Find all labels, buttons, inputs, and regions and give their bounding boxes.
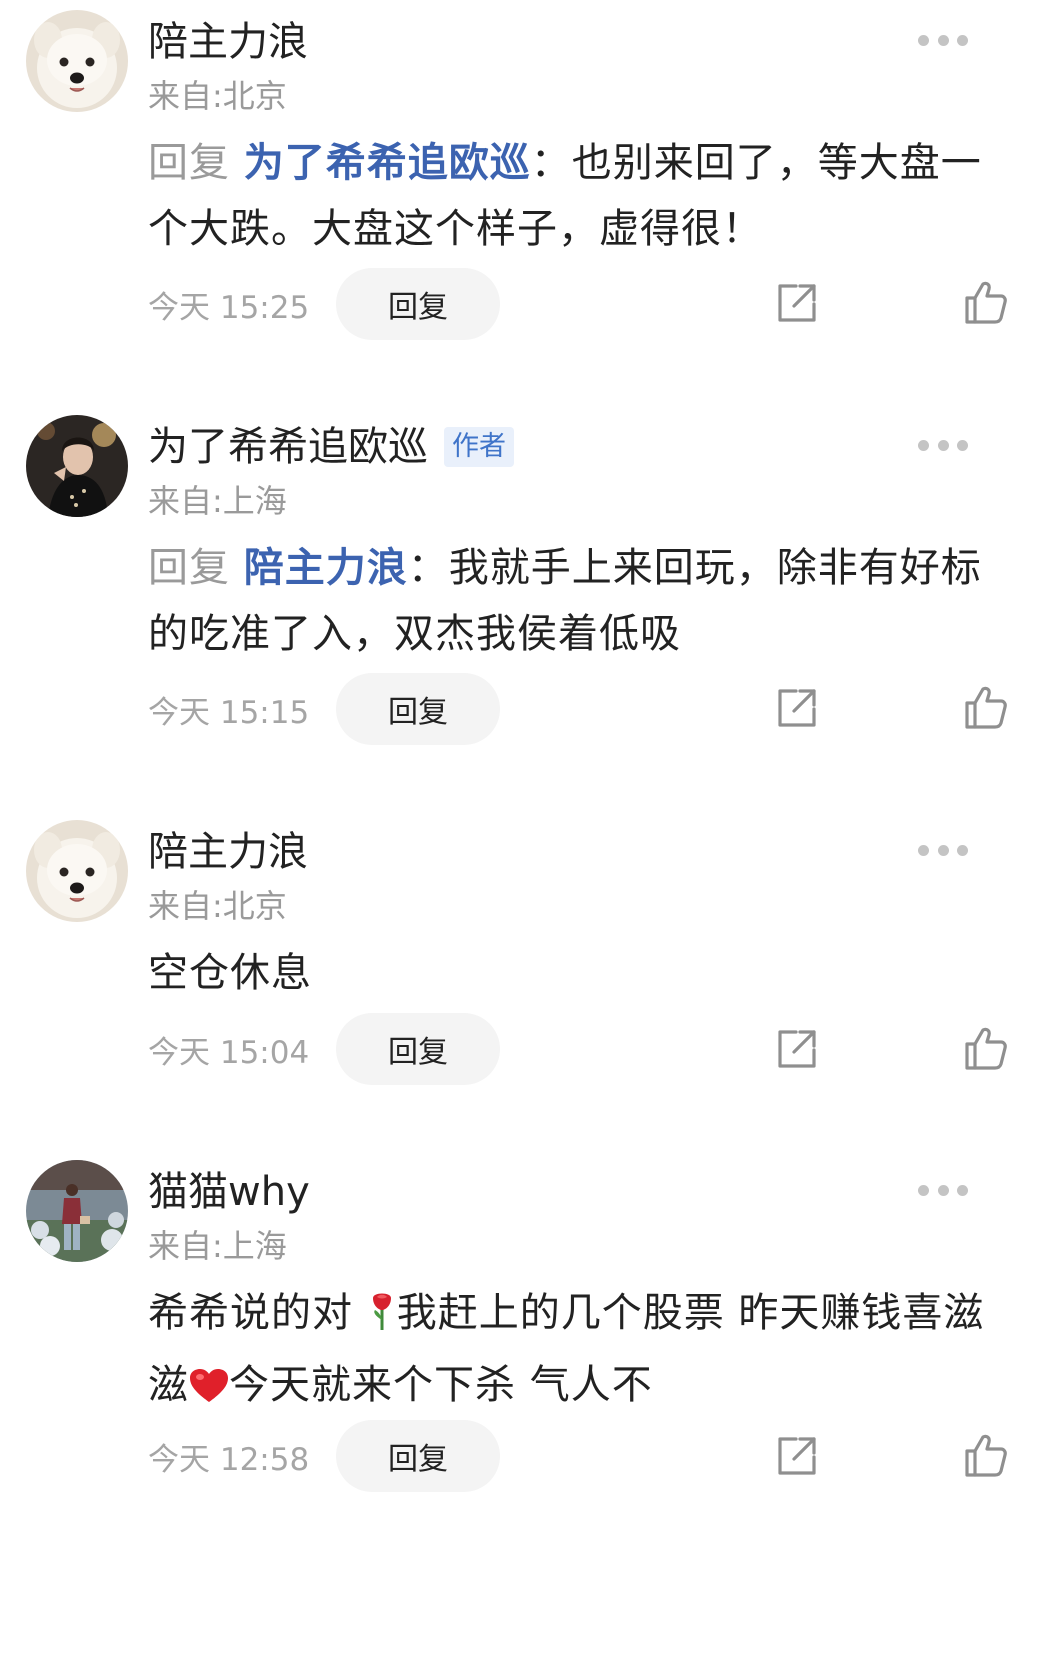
- more-dots-icon[interactable]: [918, 1180, 968, 1200]
- share-icon[interactable]: [774, 1433, 820, 1479]
- location-label: 来自:北京: [148, 887, 287, 925]
- red-heart-emoji: [189, 1358, 229, 1424]
- timestamp: 今天 12:58: [148, 1441, 310, 1478]
- name-row: 陪主力浪: [148, 14, 308, 70]
- mention-link[interactable]: 陪主力浪: [244, 545, 408, 591]
- reply-prefix: 回复: [148, 140, 230, 186]
- comment-meta: 今天 15:15 回复: [148, 673, 500, 745]
- comment-meta: 今天 15:25 回复: [148, 268, 500, 340]
- comment-body-part: 今天就来个下杀 气人不: [229, 1362, 653, 1408]
- username[interactable]: 为了希希追欧巡: [148, 419, 428, 475]
- more-dots-icon[interactable]: [918, 435, 968, 455]
- share-icon[interactable]: [774, 1026, 820, 1072]
- thumbs-up-icon[interactable]: [961, 1431, 1009, 1479]
- thumbs-up-icon[interactable]: [961, 278, 1009, 326]
- reply-prefix: 回复: [148, 545, 230, 591]
- username[interactable]: 猫猫why: [148, 1164, 310, 1220]
- timestamp: 今天 15:25: [148, 289, 310, 326]
- more-dots-icon[interactable]: [918, 840, 968, 860]
- name-row: 陪主力浪: [148, 824, 308, 880]
- avatar[interactable]: [26, 1160, 128, 1262]
- mention-link[interactable]: 为了希希追欧巡: [244, 140, 531, 186]
- name-row: 猫猫why: [148, 1164, 310, 1220]
- thumbs-up-icon[interactable]: [961, 683, 1009, 731]
- location-label: 来自:上海: [148, 482, 287, 520]
- comment-body: 空仓休息: [148, 950, 312, 996]
- avatar[interactable]: [26, 10, 128, 112]
- reply-button[interactable]: 回复: [336, 268, 500, 340]
- share-icon[interactable]: [774, 685, 820, 731]
- thumbs-up-icon[interactable]: [961, 1024, 1009, 1072]
- comment-text: 回复 为了希希追欧巡：也别来回了，等大盘一个大跌。大盘这个样子，虚得很！: [148, 130, 1018, 262]
- location-label: 来自:北京: [148, 77, 287, 115]
- avatar[interactable]: [26, 820, 128, 922]
- username[interactable]: 陪主力浪: [148, 14, 308, 70]
- reply-button[interactable]: 回复: [336, 1013, 500, 1085]
- timestamp: 今天 15:15: [148, 694, 310, 731]
- username[interactable]: 陪主力浪: [148, 824, 308, 880]
- comment-meta: 今天 12:58 回复: [148, 1420, 500, 1492]
- avatar[interactable]: [26, 415, 128, 517]
- timestamp: 今天 15:04: [148, 1034, 310, 1071]
- comment-text: 回复 陪主力浪：我就手上来回玩，除非有好标的吃准了入，双杰我侯着低吸: [148, 535, 1018, 667]
- share-icon[interactable]: [774, 280, 820, 326]
- more-dots-icon[interactable]: [918, 30, 968, 50]
- comment-body-part: 希希说的对: [148, 1290, 353, 1336]
- rose-emoji: [367, 1286, 397, 1352]
- reply-button[interactable]: 回复: [336, 673, 500, 745]
- reply-button[interactable]: 回复: [336, 1420, 500, 1492]
- comment-meta: 今天 15:04 回复: [148, 1013, 500, 1085]
- comment-text: 希希说的对 我赶上的几个股票 昨天赚钱喜滋滋 今天就来个下杀 气人不: [148, 1280, 1018, 1424]
- location-label: 来自:上海: [148, 1227, 287, 1265]
- author-badge: 作者: [444, 427, 514, 467]
- name-row: 为了希希追欧巡 作者: [148, 419, 514, 475]
